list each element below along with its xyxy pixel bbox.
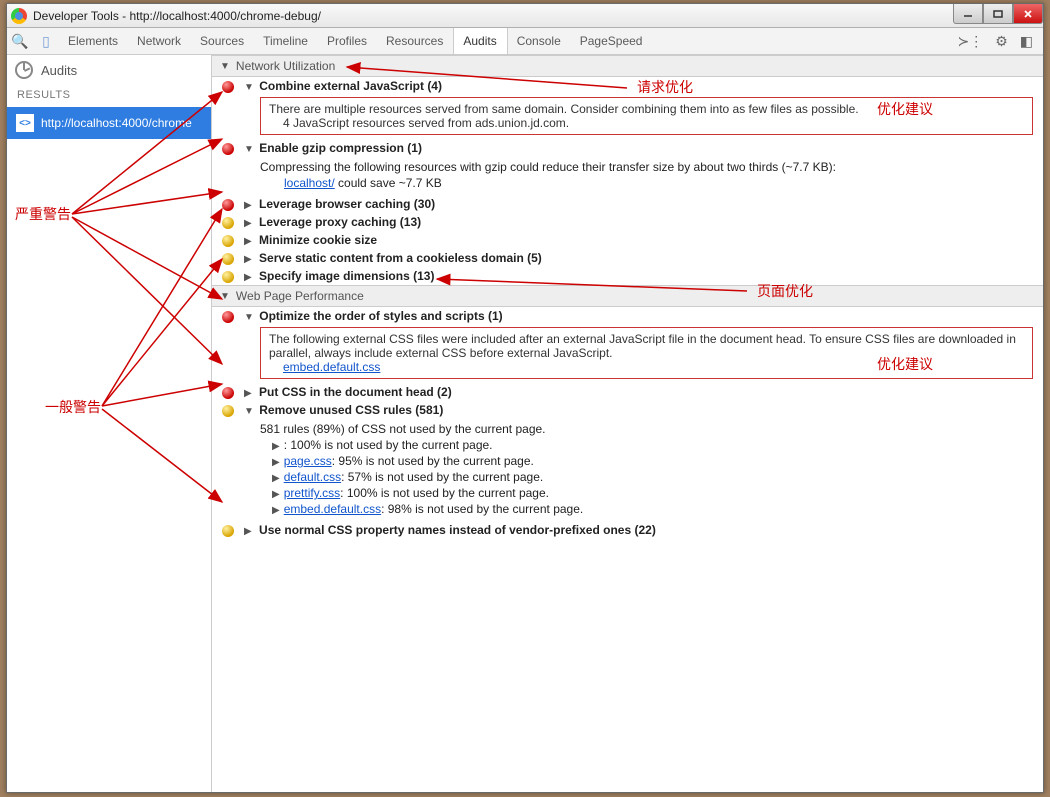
tab-pagespeed[interactable]: PageSpeed <box>571 28 653 54</box>
severity-red-icon <box>222 143 234 155</box>
dock-icon[interactable]: ◧ <box>1020 33 1033 50</box>
chevron-down-icon: ▼ <box>220 61 230 72</box>
sidebar-title: Audits <box>41 63 77 78</box>
audit-unused-css[interactable]: ▼ Remove unused CSS rules (581) <box>212 401 1043 419</box>
severity-red-icon <box>222 81 234 93</box>
sidebar-result-item[interactable]: <> http://localhost:4000/chrome <box>7 107 211 139</box>
chevron-down-icon: ▼ <box>220 291 230 302</box>
tab-profiles[interactable]: Profiles <box>318 28 377 54</box>
devtools-toolbar: 🔍 ▯ Elements Network Sources Timeline Pr… <box>7 28 1043 55</box>
link-default-css[interactable]: default.css <box>284 470 341 484</box>
window-title: Developer Tools - http://localhost:4000/… <box>33 9 321 23</box>
audit-image-dimensions[interactable]: ▶ Specify image dimensions (13) <box>212 267 1043 285</box>
audit-browser-caching[interactable]: ▶ Leverage browser caching (30) <box>212 195 1043 213</box>
severity-red-icon <box>222 311 234 323</box>
link-embed-default-css[interactable]: embed.default.css <box>284 502 381 516</box>
severity-yellow-icon <box>222 525 234 537</box>
audit-css-in-head[interactable]: ▶ Put CSS in the document head (2) <box>212 383 1043 401</box>
audit-gzip-detail: Compressing the following resources with… <box>260 159 1043 191</box>
link-page-css[interactable]: page.css <box>284 454 332 468</box>
minimize-button[interactable] <box>953 4 983 24</box>
audit-proxy-caching[interactable]: ▶ Leverage proxy caching (13) <box>212 213 1043 231</box>
audit-gzip[interactable]: ▼ Enable gzip compression (1) <box>212 139 1043 157</box>
section-web-page-performance[interactable]: ▼ Web Page Performance <box>212 285 1043 307</box>
severity-yellow-icon <box>222 405 234 417</box>
chrome-icon <box>11 8 27 24</box>
sidebar: Audits RESULTS <> http://localhost:4000/… <box>7 55 212 792</box>
sidebar-result-label: http://localhost:4000/chrome <box>41 116 192 130</box>
audit-cookieless-domain[interactable]: ▶ Serve static content from a cookieless… <box>212 249 1043 267</box>
clock-icon <box>15 61 33 79</box>
severity-yellow-icon <box>222 235 234 247</box>
severity-yellow-icon <box>222 217 234 229</box>
audit-minimize-cookie[interactable]: ▶ Minimize cookie size <box>212 231 1043 249</box>
tab-console[interactable]: Console <box>507 28 571 54</box>
link-localhost[interactable]: localhost/ <box>284 176 335 190</box>
tab-resources[interactable]: Resources <box>377 28 453 54</box>
severity-yellow-icon <box>222 253 234 265</box>
titlebar: Developer Tools - http://localhost:4000/… <box>7 4 1043 28</box>
audit-optimize-order[interactable]: ▼ Optimize the order of styles and scrip… <box>212 307 1043 325</box>
tab-audits[interactable]: Audits <box>453 28 506 54</box>
search-icon[interactable]: 🔍 <box>7 33 33 50</box>
audit-unused-css-detail: 581 rules (89%) of CSS not used by the c… <box>260 421 1043 517</box>
link-embed-css[interactable]: embed.default.css <box>283 360 380 374</box>
audit-optimize-order-detail: The following external CSS files were in… <box>260 327 1033 379</box>
document-icon: <> <box>15 113 35 133</box>
sidebar-header: Audits <box>7 55 211 85</box>
severity-red-icon <box>222 199 234 211</box>
device-icon[interactable]: ▯ <box>33 33 59 50</box>
close-button[interactable] <box>1013 4 1043 24</box>
tab-sources[interactable]: Sources <box>191 28 254 54</box>
audit-combine-js-detail: There are multiple resources served from… <box>260 97 1033 135</box>
link-prettify-css[interactable]: prettify.css <box>284 486 340 500</box>
audit-vendor-prefix[interactable]: ▶ Use normal CSS property names instead … <box>212 521 1043 539</box>
maximize-button[interactable] <box>983 4 1013 24</box>
audit-results: ▼ Network Utilization ▼ Combine external… <box>212 55 1043 792</box>
drawer-icon[interactable]: ≻⋮ <box>957 33 983 50</box>
severity-yellow-icon <box>222 271 234 283</box>
window-controls <box>953 4 1043 24</box>
devtools-window: Developer Tools - http://localhost:4000/… <box>6 3 1044 793</box>
tab-network[interactable]: Network <box>128 28 191 54</box>
settings-icon[interactable]: ⚙ <box>995 33 1008 50</box>
tab-elements[interactable]: Elements <box>59 28 128 54</box>
sidebar-subheader: RESULTS <box>7 85 211 107</box>
panel-tabs: Elements Network Sources Timeline Profil… <box>59 28 652 54</box>
tab-timeline[interactable]: Timeline <box>254 28 318 54</box>
audit-combine-js[interactable]: ▼ Combine external JavaScript (4) <box>212 77 1043 95</box>
severity-red-icon <box>222 387 234 399</box>
section-network-utilization[interactable]: ▼ Network Utilization <box>212 55 1043 77</box>
